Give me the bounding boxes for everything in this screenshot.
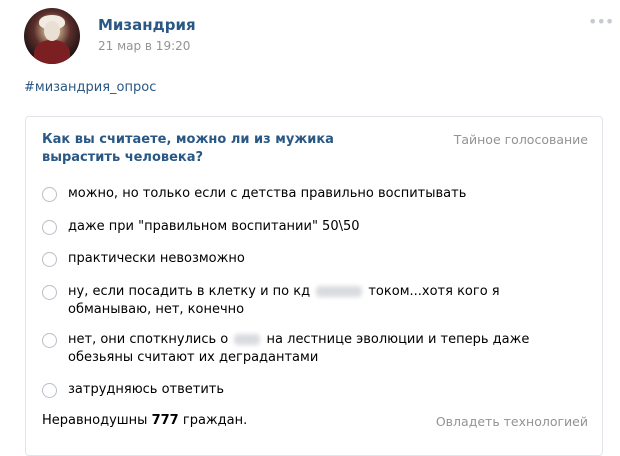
poll-option[interactable]: ну, если посадить в клетку и по кд током… (42, 283, 572, 319)
poll-option[interactable]: даже при "правильном воспитании" 50\50 (42, 218, 572, 236)
poll-option[interactable]: нет, они споткнулись о на лестнице эволю… (42, 331, 572, 367)
poll-card: Как вы считаете, можно ли из мужика выра… (25, 116, 603, 456)
avatar-figure-face (44, 21, 60, 41)
poll-option-text-start: ну, если посадить в клетку и по кд (68, 284, 311, 299)
poll-option-label: ну, если посадить в клетку и по кд током… (68, 283, 572, 319)
poll-type-label: Тайное голосование (453, 132, 588, 147)
poll-option[interactable]: затрудняюсь ответить (42, 381, 572, 399)
radio-button-icon[interactable] (42, 383, 57, 398)
censored-word-blur (316, 286, 363, 297)
poll-option-text-start: нет, они споткнулись о (68, 332, 229, 347)
poll-voters-number: 777 (151, 413, 179, 428)
censored-word-blur (234, 334, 261, 345)
radio-button-icon[interactable] (42, 187, 57, 202)
poll-footer-suffix: граждан. (182, 413, 248, 428)
poll-option-label: нет, они споткнулись о на лестнице эволю… (68, 331, 572, 367)
poll-footer-prefix: Неравнодушны (42, 413, 148, 428)
author-avatar[interactable] (24, 8, 80, 64)
poll-option-label: можно, но только если с детства правильн… (68, 186, 467, 201)
poll-option-label: даже при "правильном воспитании" 50\50 (68, 219, 360, 234)
post-author-name[interactable]: Мизандрия (98, 16, 196, 34)
radio-button-icon[interactable] (42, 333, 57, 348)
poll-option[interactable]: можно, но только если с детства правильн… (42, 185, 572, 203)
radio-button-icon[interactable] (42, 252, 57, 267)
poll-option[interactable]: практически невозможно (42, 250, 572, 268)
radio-button-icon[interactable] (42, 285, 57, 300)
ellipsis-icon[interactable]: ••• (588, 12, 614, 31)
poll-voters-count: Неравнодушны 777 граждан. (42, 413, 247, 428)
poll-option-label: практически невозможно (68, 251, 245, 266)
poll-option-label: затрудняюсь ответить (68, 382, 225, 397)
poll-action-link[interactable]: Овладеть технологией (436, 414, 588, 429)
post-date[interactable]: 21 мар в 19:20 (98, 39, 190, 53)
poll-question: Как вы считаете, можно ли из мужика выра… (42, 132, 334, 165)
radio-button-icon[interactable] (42, 220, 57, 235)
avatar-figure-body (34, 40, 70, 64)
post-hashtag-link[interactable]: #мизандрия_опрос (24, 80, 156, 95)
